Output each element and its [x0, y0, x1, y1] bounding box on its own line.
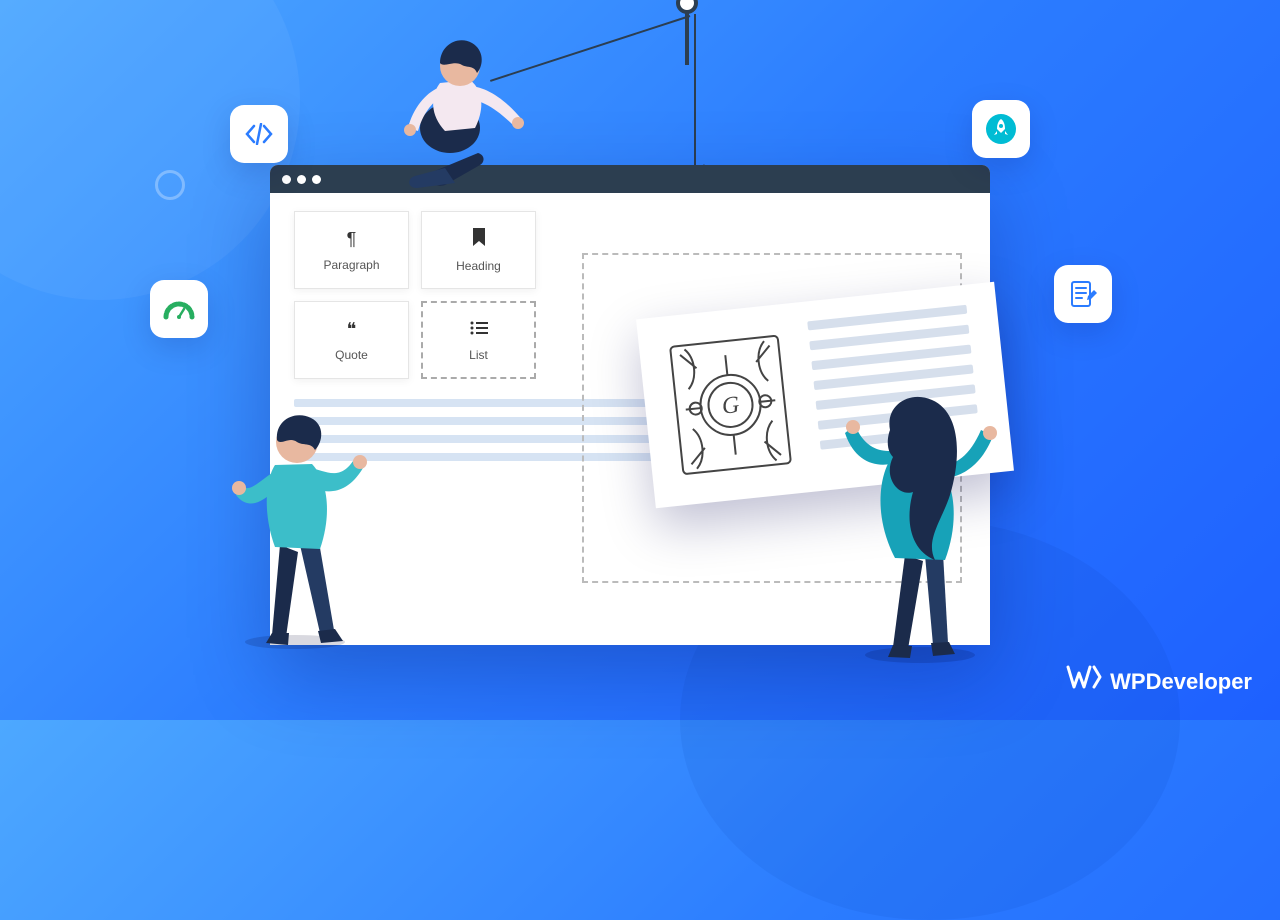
block-label: Quote — [335, 348, 368, 362]
svg-text:G: G — [721, 392, 741, 420]
wpdeveloper-logo-icon — [1066, 665, 1102, 698]
paragraph-icon: ¶ — [347, 229, 357, 250]
window-dot — [312, 175, 321, 184]
gutenberg-ornament: G — [658, 324, 803, 487]
browser-titlebar — [270, 165, 990, 193]
block-paragraph[interactable]: ¶ Paragraph — [294, 211, 409, 289]
block-heading[interactable]: Heading — [421, 211, 536, 289]
person-sitting-top — [390, 18, 540, 188]
person-standing-right — [835, 355, 1005, 665]
rope-vertical — [694, 14, 696, 169]
bookmark-icon — [472, 228, 486, 251]
watermark: WPDeveloper — [1066, 665, 1252, 698]
block-label: List — [469, 348, 488, 362]
note-edit-icon — [1054, 265, 1112, 323]
block-label: Heading — [456, 259, 501, 273]
code-icon — [230, 105, 288, 163]
pulley-wheel — [676, 0, 698, 14]
window-dot — [282, 175, 291, 184]
block-quote[interactable]: ❝ Quote — [294, 301, 409, 379]
rocket-icon — [972, 100, 1030, 158]
block-label: Paragraph — [323, 258, 379, 272]
window-dot — [297, 175, 306, 184]
block-list[interactable]: List — [421, 301, 536, 379]
list-icon — [470, 319, 488, 340]
quote-icon: ❝ — [347, 319, 357, 340]
decorative-ring — [155, 170, 185, 200]
person-standing-left — [225, 370, 375, 650]
gauge-icon — [150, 280, 208, 338]
watermark-text: WPDeveloper — [1110, 669, 1252, 695]
